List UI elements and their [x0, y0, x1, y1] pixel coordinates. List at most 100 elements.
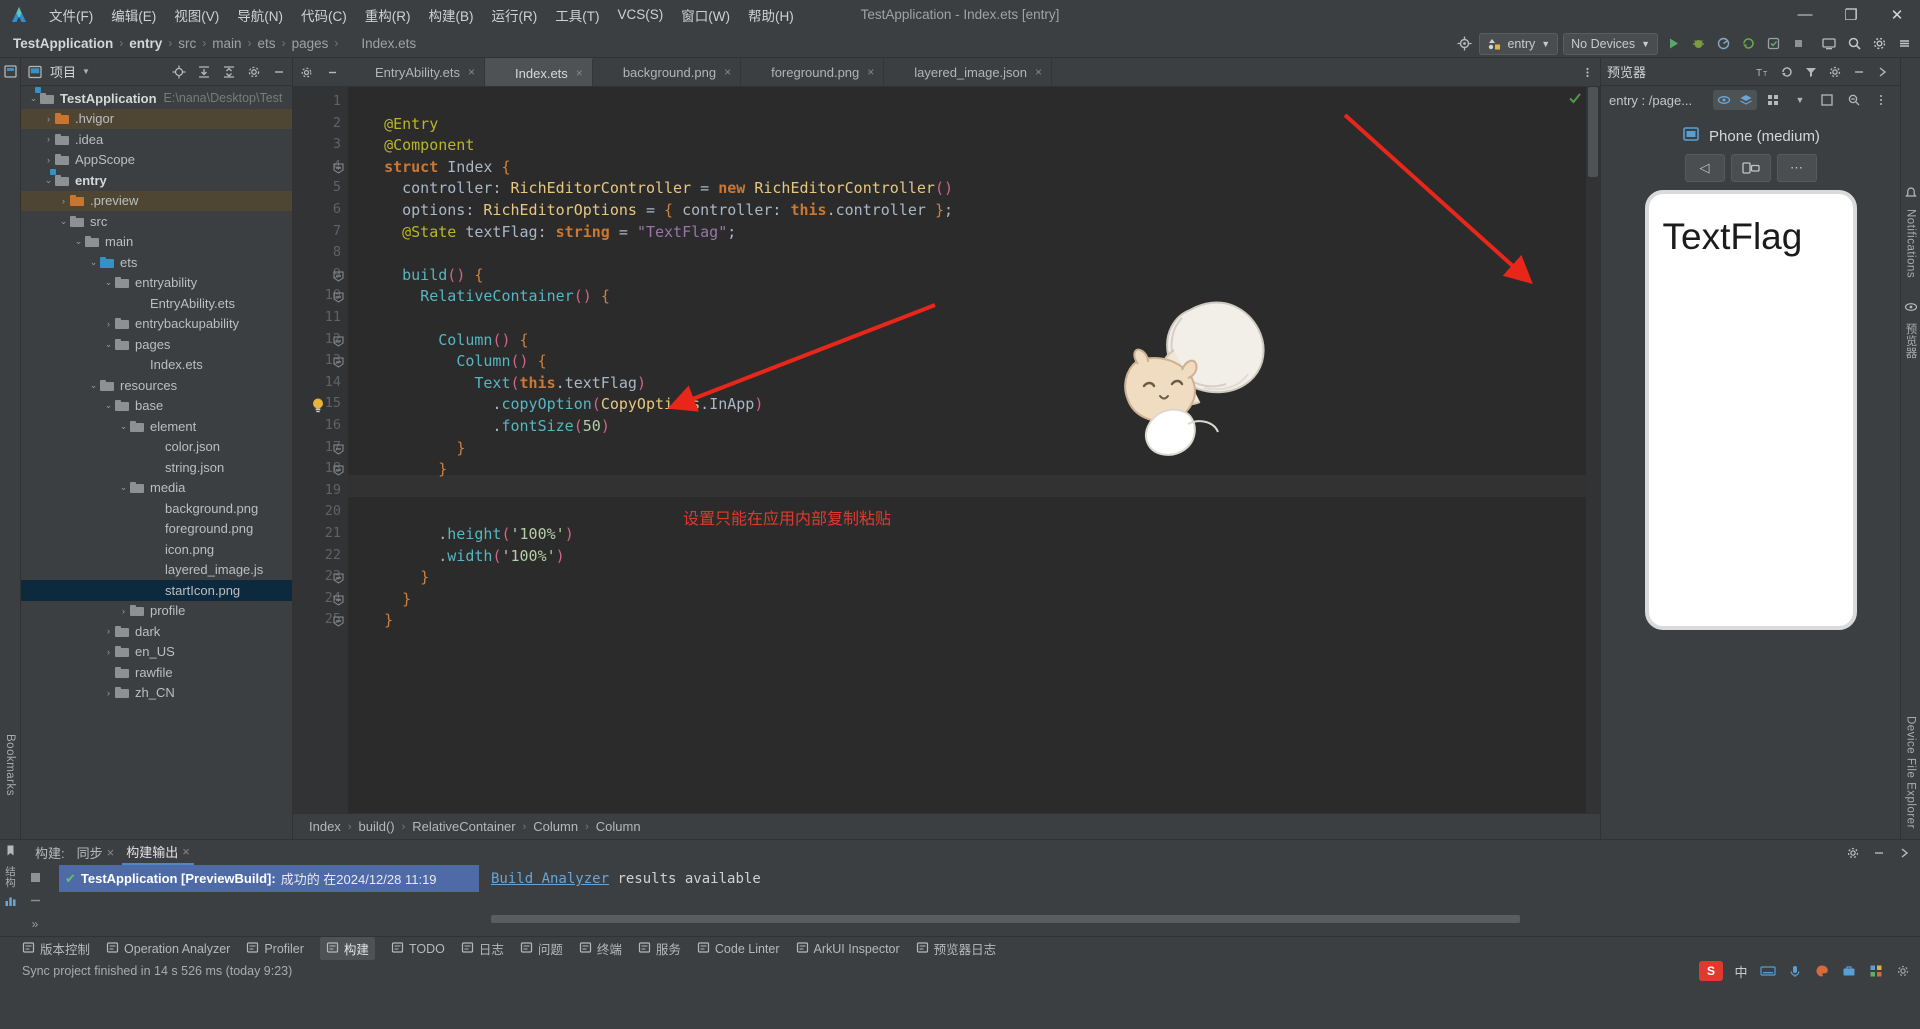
- code-fold-icon[interactable]: [333, 443, 344, 455]
- sync-icon[interactable]: [1738, 34, 1758, 54]
- editor-viewport[interactable]: 1 2 3 4 5 6 7 8 9 10 11 12 13 14 15 16 17 18 19 20 21 22 23 24 2…: [293, 87, 1600, 813]
- editor-crumb-build[interactable]: build(): [354, 819, 398, 834]
- tree-node-element[interactable]: ⌄ element: [21, 416, 292, 437]
- tree-node-main[interactable]: ⌄ main: [21, 232, 292, 253]
- frame-icon[interactable]: [1816, 90, 1838, 110]
- tree-node-dark[interactable]: › dark: [21, 621, 292, 642]
- project-tool-icon[interactable]: [3, 64, 18, 82]
- grid-icon[interactable]: [1762, 90, 1784, 110]
- code-line[interactable]: }: [366, 439, 465, 457]
- filter-icon[interactable]: [1800, 62, 1822, 82]
- rotate-icon[interactable]: [1730, 154, 1771, 182]
- more-icon[interactable]: ⋯: [1776, 154, 1817, 182]
- tab-overflow-icon[interactable]: [1574, 58, 1600, 86]
- preview-mode-toggle[interactable]: [1713, 90, 1757, 110]
- zoom-out-icon[interactable]: [1843, 90, 1865, 110]
- mic-icon[interactable]: [1786, 962, 1804, 980]
- code-line[interactable]: .width('100%'): [366, 547, 564, 565]
- tree-expand-arrow[interactable]: ⌄: [87, 380, 100, 391]
- close-icon[interactable]: ×: [1035, 65, 1042, 79]
- menu-item-view[interactable]: 视图(V): [165, 2, 228, 28]
- collapse-all-icon[interactable]: [219, 62, 238, 81]
- code-fold-icon[interactable]: [333, 291, 344, 303]
- minimize-icon[interactable]: [1848, 62, 1870, 82]
- code-line[interactable]: @Entry: [366, 115, 438, 133]
- maximize-button[interactable]: ❐: [1828, 0, 1874, 29]
- status-tool--[interactable]: 日志: [461, 939, 504, 958]
- status-tool-code-linter[interactable]: Code Linter: [697, 941, 780, 957]
- profile-icon[interactable]: [1713, 34, 1733, 54]
- code-line[interactable]: @Component: [366, 136, 474, 154]
- status-tool--[interactable]: 终端: [579, 939, 622, 958]
- close-icon[interactable]: ×: [867, 65, 874, 79]
- status-tool-arkui-inspector[interactable]: ArkUI Inspector: [796, 941, 900, 957]
- settings-icon[interactable]: [1824, 62, 1846, 82]
- run-configuration-selector[interactable]: entry ▼: [1479, 32, 1559, 55]
- breadcrumb-item-project[interactable]: TestApplication: [10, 36, 116, 51]
- code-line[interactable]: build() {: [366, 266, 483, 284]
- tree-expand-arrow[interactable]: ›: [102, 647, 115, 657]
- settings-icon[interactable]: [244, 62, 263, 81]
- previewer-rail-icon[interactable]: [1904, 300, 1918, 317]
- code-area[interactable]: @Entry @Component struct Index { control…: [348, 87, 1600, 813]
- status-tool-profiler[interactable]: Profiler: [246, 941, 304, 957]
- stop-icon[interactable]: [1788, 34, 1808, 54]
- notifications-icon[interactable]: [1904, 186, 1918, 203]
- structure-icon[interactable]: [4, 894, 17, 910]
- tree-node-entryability-ets[interactable]: ETS EntryAbility.ets: [21, 293, 292, 314]
- code-fold-icon[interactable]: [333, 615, 344, 627]
- editor-tab-entryability-ets[interactable]: ETS EntryAbility.ets ×: [345, 58, 486, 86]
- tree-node--preview[interactable]: › .preview: [21, 190, 292, 211]
- code-fold-icon[interactable]: [333, 572, 344, 584]
- device-manager-icon[interactable]: [1819, 34, 1839, 54]
- tree-expand-arrow[interactable]: ⌄: [102, 339, 115, 350]
- hamburger-icon[interactable]: [1894, 34, 1914, 54]
- code-line[interactable]: options: RichEditorOptions = { controlle…: [366, 201, 953, 219]
- editor-crumb-relativecontainer[interactable]: RelativeContainer: [408, 819, 519, 834]
- close-icon[interactable]: ×: [576, 66, 583, 80]
- tree-expand-arrow[interactable]: ⌄: [27, 93, 40, 104]
- tree-node-layered-image-js[interactable]: layered_image.js: [21, 560, 292, 581]
- breadcrumb-item-entry[interactable]: entry: [126, 36, 165, 51]
- grid-icon[interactable]: [1867, 962, 1885, 980]
- code-line[interactable]: }: [366, 590, 411, 608]
- tree-node-foreground-png[interactable]: foreground.png: [21, 519, 292, 540]
- tree-expand-arrow[interactable]: ›: [102, 319, 115, 329]
- menu-item-build[interactable]: 构建(B): [420, 2, 483, 28]
- code-fold-icon[interactable]: [333, 594, 344, 606]
- tree-expand-arrow[interactable]: ⌄: [57, 216, 70, 227]
- ime-chinese-indicator[interactable]: 中: [1732, 962, 1750, 980]
- code-line[interactable]: }: [366, 568, 429, 586]
- tree-node-entryability[interactable]: ⌄ entryability: [21, 273, 292, 294]
- locate-icon[interactable]: [169, 62, 188, 81]
- previewer-device-name[interactable]: Phone (medium): [1709, 128, 1820, 145]
- editor-scrollbar[interactable]: [1586, 87, 1600, 813]
- close-icon[interactable]: ×: [107, 845, 115, 860]
- tree-expand-arrow[interactable]: ›: [102, 626, 115, 636]
- close-icon[interactable]: ×: [724, 65, 731, 79]
- keyboard-icon[interactable]: [1759, 962, 1777, 980]
- breadcrumb-item-main[interactable]: main: [209, 36, 244, 51]
- tree-node-starticon-png[interactable]: startIcon.png: [21, 580, 292, 601]
- tree-node-en-us[interactable]: › en_US: [21, 642, 292, 663]
- stop-icon[interactable]: [30, 871, 41, 886]
- hide-icon[interactable]: [1872, 62, 1894, 82]
- preview-device-frame[interactable]: TextFlag: [1644, 190, 1857, 630]
- breadcrumb-item-src[interactable]: src: [175, 36, 199, 51]
- code-line[interactable]: Column() {: [366, 331, 528, 349]
- coverage-icon[interactable]: [1763, 34, 1783, 54]
- tree-node-rawfile[interactable]: rawfile: [21, 662, 292, 683]
- tree-expand-arrow[interactable]: ›: [57, 196, 70, 206]
- tree-expand-arrow[interactable]: ›: [117, 606, 130, 616]
- tree-node-ets[interactable]: ⌄ ets: [21, 252, 292, 273]
- code-line[interactable]: controller: RichEditorController = new R…: [366, 179, 953, 197]
- minimize-icon[interactable]: [1868, 843, 1890, 863]
- tab-settings-icon[interactable]: [293, 58, 319, 86]
- editor-crumb-column-2[interactable]: Column: [592, 819, 645, 834]
- editor-tab-index-ets[interactable]: ETS Index.ets ×: [485, 58, 593, 86]
- tree-expand-arrow[interactable]: ›: [42, 155, 55, 165]
- code-line[interactable]: Column() {: [366, 352, 546, 370]
- breadcrumb-item-ets[interactable]: ets: [255, 36, 279, 51]
- code-fold-icon[interactable]: [333, 335, 344, 347]
- code-line[interactable]: }: [366, 460, 447, 478]
